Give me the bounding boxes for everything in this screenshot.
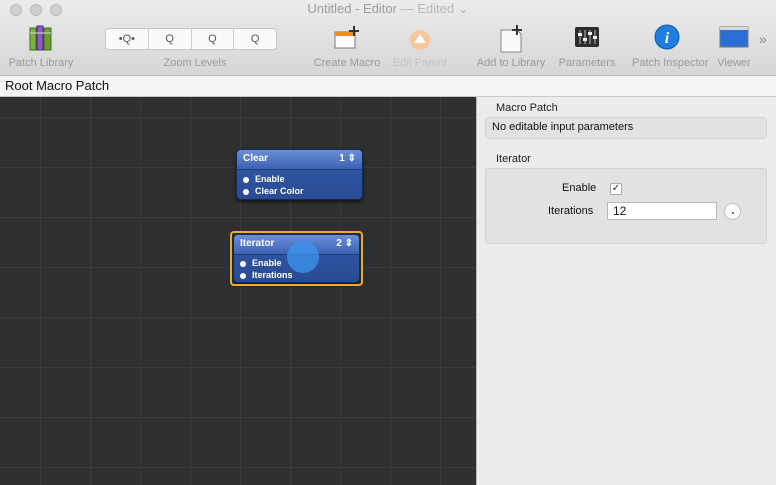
add-document-icon <box>500 25 522 53</box>
parameters-label: Parameters <box>558 57 616 69</box>
port-label: Clear Color <box>255 186 304 196</box>
breadcrumb: Root Macro Patch <box>0 76 776 97</box>
patch-order[interactable]: 1 ⇕ <box>339 153 356 164</box>
viewer-window-icon <box>719 26 749 48</box>
create-macro-button[interactable]: Create Macro <box>314 22 380 72</box>
enable-input-port[interactable]: Enable <box>237 174 362 186</box>
zoom-fit-icon: •Q• <box>118 33 135 45</box>
viewer-label: Viewer <box>717 57 751 69</box>
macro-patch-section-title: Macro Patch <box>496 102 558 114</box>
patch-library-label: Patch Library <box>8 57 74 69</box>
patch-title: Clear <box>243 153 269 164</box>
zoom-levels-label: Zoom Levels <box>163 57 227 69</box>
patch-inspector-label: Patch Inspector <box>632 57 709 69</box>
viewer-button[interactable]: Viewer <box>717 22 751 72</box>
enable-checkbox[interactable]: ✓ <box>610 183 622 195</box>
no-parameters-note: No editable input parameters <box>492 121 634 133</box>
title-chevron-icon[interactable]: ⌄ <box>458 1 469 16</box>
edit-parent-button[interactable]: Edit Parent <box>393 22 447 72</box>
enable-label: Enable <box>562 182 597 194</box>
click-indicator <box>287 241 319 273</box>
macro-patch-section: No editable input parameters <box>485 117 767 139</box>
breadcrumb-root[interactable]: Root Macro Patch <box>5 78 109 93</box>
clear-color-input-port[interactable]: Clear Color <box>237 186 362 198</box>
add-to-library-label: Add to Library <box>476 57 546 69</box>
window-title: Untitled - Editor — Edited ⌄ <box>0 1 776 17</box>
toolbar-overflow-button[interactable]: » <box>759 31 767 47</box>
parameters-button[interactable]: Parameters <box>559 22 615 72</box>
port-label: Enable <box>255 174 285 184</box>
zoom-in-icon: Q <box>250 33 260 45</box>
zoom-in-button[interactable]: Q <box>234 29 276 49</box>
iterations-label: Iterations <box>548 205 594 217</box>
patch-inspector-button[interactable]: i Patch Inspector <box>632 22 708 72</box>
sliders-icon <box>575 27 599 47</box>
patch-inspector-pane: Macro Patch No editable input parameters… <box>477 97 776 485</box>
iterations-field[interactable]: 12 <box>607 202 717 220</box>
books-icon <box>29 25 52 51</box>
iterator-section: Enable ✓ Iterations 12 <box>485 168 767 244</box>
up-arrow-icon <box>410 30 430 50</box>
edit-parent-label: Edit Parent <box>392 57 448 69</box>
patch-library-button[interactable]: Patch Library <box>9 22 73 72</box>
patch-order-number: 1 <box>339 153 345 164</box>
info-icon: i <box>654 24 680 50</box>
checkmark-icon: ✓ <box>611 183 621 194</box>
clear-patch[interactable]: Clear 1 ⇕ Enable Clear Color <box>236 149 363 200</box>
clear-patch-header[interactable]: Clear 1 ⇕ <box>237 150 362 170</box>
create-macro-label: Create Macro <box>313 57 381 69</box>
create-macro-icon <box>334 26 359 49</box>
zoom-fit-button[interactable]: •Q• <box>106 29 149 49</box>
zoom-levels-group: Zoom Levels <box>164 22 227 72</box>
iterations-knob[interactable] <box>724 203 741 220</box>
window-toolbar: Untitled - Editor — Edited ⌄ Patch Libra… <box>0 0 776 76</box>
patch-editor-canvas[interactable]: Clear 1 ⇕ Enable Clear Color Iterator 2 … <box>0 97 476 485</box>
edited-status: — Edited <box>400 1 455 16</box>
iterator-section-title: Iterator <box>496 153 531 165</box>
svg-text:i: i <box>665 30 670 47</box>
add-to-library-button[interactable]: Add to Library <box>477 22 545 72</box>
window-title-text: Untitled - Editor <box>307 1 397 16</box>
zoom-out-icon: Q <box>165 33 174 45</box>
